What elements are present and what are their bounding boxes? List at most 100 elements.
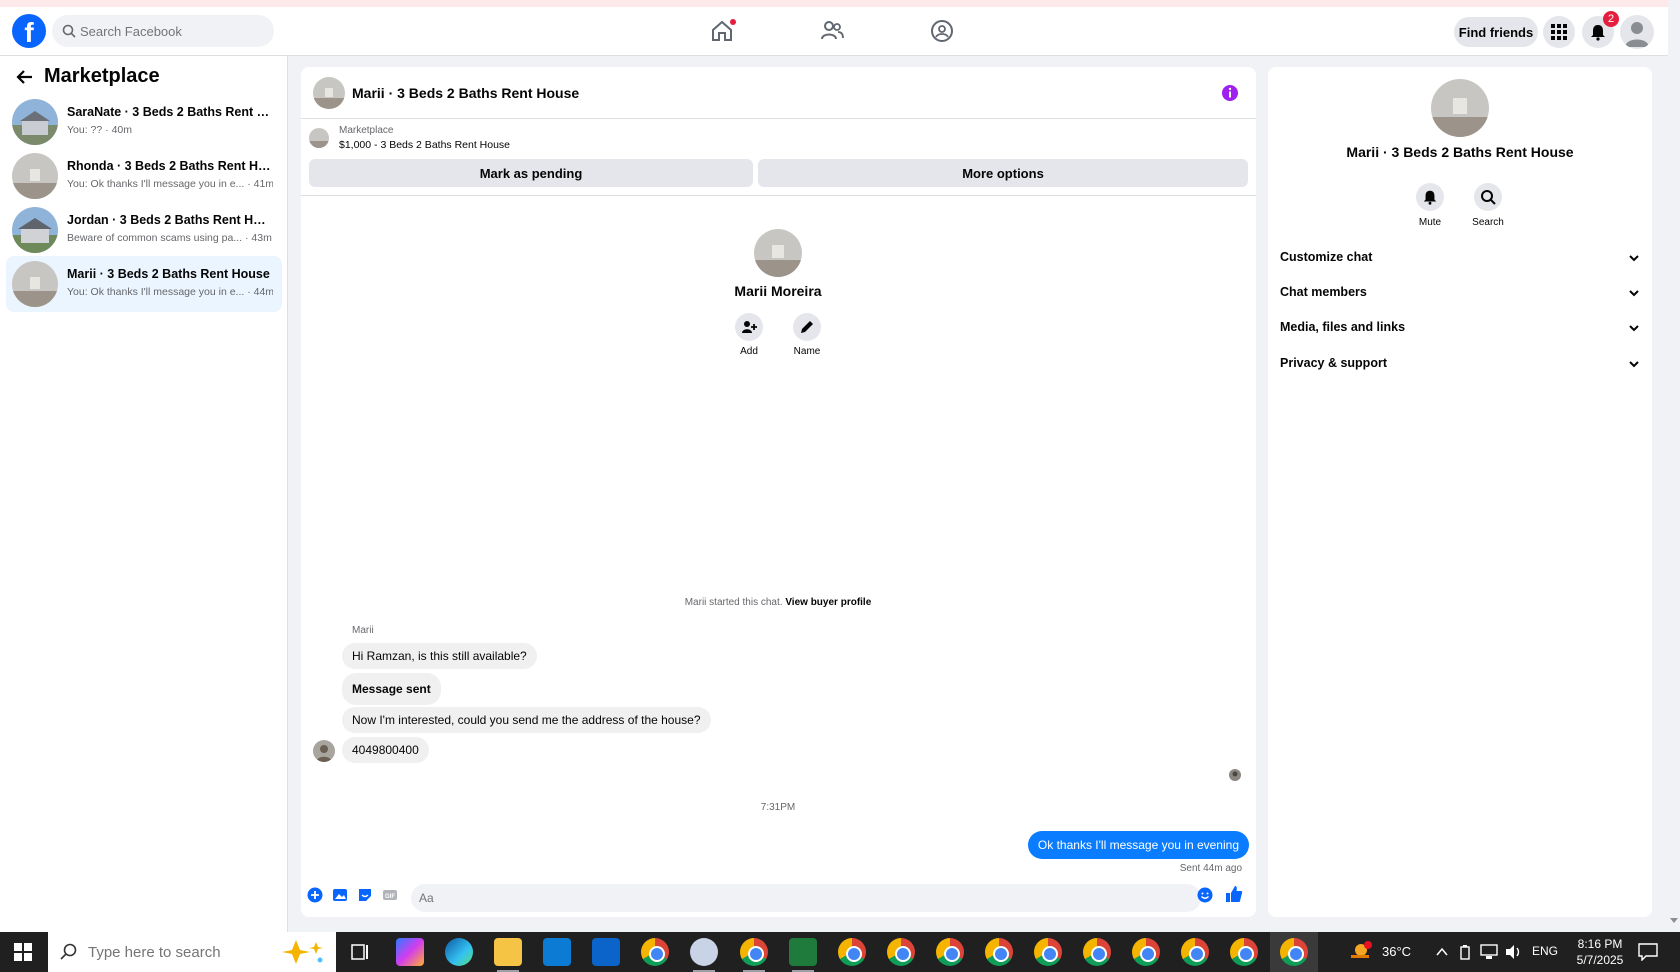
friends-icon[interactable] (819, 18, 845, 44)
battery-icon[interactable] (1458, 944, 1472, 960)
photo-icon[interactable] (332, 887, 348, 903)
menu-button[interactable] (1543, 16, 1575, 48)
conversation-item[interactable]: Jordan · 3 Beds 2 Baths Rent House Bewar… (6, 202, 282, 258)
chrome-window-icon[interactable] (985, 938, 1013, 966)
chrome-window-icon[interactable] (1034, 938, 1062, 966)
user-silhouette-icon (1625, 22, 1649, 47)
apps-grid-icon (1551, 24, 1567, 40)
store-app-icon[interactable] (543, 938, 571, 966)
volume-icon[interactable] (1505, 944, 1523, 960)
sticker-icon[interactable] (357, 887, 373, 903)
find-friends-button[interactable]: Find friends (1454, 17, 1538, 47)
conversation-item[interactable]: SaraNate · 3 Beds 2 Baths Rent House You… (6, 94, 282, 150)
chrome-window-icon[interactable] (1181, 938, 1209, 966)
sender-name: Marii (352, 625, 374, 636)
section-title: Privacy & support (1280, 356, 1387, 370)
back-arrow-icon[interactable] (16, 68, 34, 86)
chrome-active-window-icon[interactable] (1280, 938, 1308, 966)
add-button[interactable]: Add (724, 313, 774, 357)
incoming-message[interactable]: Now I'm interested, could you send me th… (342, 707, 711, 733)
conversation-name: SaraNate · 3 Beds 2 Baths Rent House (67, 105, 273, 119)
mute-button[interactable]: Mute (1402, 183, 1458, 228)
outgoing-message[interactable]: Ok thanks I'll message you in evening (1027, 831, 1249, 859)
outlook-app-icon[interactable] (592, 938, 620, 966)
chat-title[interactable]: Marii · 3 Beds 2 Baths Rent House (352, 85, 579, 101)
scroll-down-arrow-icon[interactable] (1670, 916, 1678, 924)
taskbar-search-box[interactable] (48, 932, 336, 972)
language-indicator[interactable]: ENG (1532, 944, 1558, 958)
gif-icon[interactable]: GIF (382, 887, 398, 903)
spreadsheet-app-icon[interactable] (789, 938, 817, 966)
info-icon[interactable] (1221, 84, 1239, 102)
task-view-icon[interactable] (350, 942, 370, 962)
chat-avatar[interactable] (313, 77, 345, 109)
buyer-avatar[interactable] (754, 229, 802, 277)
chrome-app-icon[interactable] (641, 938, 669, 966)
listing-description: $1,000 - 3 Beds 2 Baths Rent House (339, 139, 511, 151)
chat-members-section[interactable]: Chat members (1280, 278, 1640, 308)
taskbar-search-input[interactable] (88, 932, 288, 972)
thumbs-up-icon[interactable] (1225, 885, 1243, 903)
mute-label: Mute (1418, 217, 1442, 228)
section-title: Media, files and links (1280, 320, 1406, 334)
chrome-window-icon[interactable] (1132, 938, 1160, 966)
network-icon[interactable] (1480, 944, 1498, 960)
page-scrollbar[interactable] (1668, 56, 1680, 932)
groups-icon[interactable] (929, 18, 955, 44)
svg-text:GIF: GIF (385, 894, 395, 900)
temperature-text[interactable]: 36°C (1382, 944, 1411, 959)
incoming-message[interactable]: Message sent (342, 673, 441, 705)
plus-circle-icon[interactable] (307, 887, 323, 903)
message-input[interactable] (411, 884, 1201, 912)
search-input[interactable] (80, 15, 268, 47)
weather-icon[interactable] (1348, 941, 1372, 963)
add-label: Add (740, 346, 758, 357)
room-thumbnail (12, 261, 58, 307)
paint-app-icon[interactable] (690, 938, 718, 966)
copilot-app-icon[interactable] (396, 938, 424, 966)
chrome-profile-app-icon[interactable] (740, 938, 768, 966)
clock-date: 5/7/2025 (1576, 953, 1624, 967)
windows-start-icon[interactable] (14, 943, 32, 961)
facebook-logo[interactable]: f (12, 14, 46, 48)
chrome-window-icon[interactable] (838, 938, 866, 966)
marketplace-sidebar: Marketplace SaraNate · 3 Beds 2 Baths Re… (0, 56, 288, 932)
file-explorer-icon[interactable] (494, 938, 522, 966)
chrome-window-icon[interactable] (1230, 938, 1258, 966)
listing-thumbnail (309, 128, 329, 148)
media-files-links-section[interactable]: Media, files and links (1280, 313, 1640, 343)
system-clock[interactable]: 8:16 PM 5/7/2025 (1568, 936, 1632, 968)
pencil-icon (801, 321, 813, 333)
customize-chat-section[interactable]: Customize chat (1280, 243, 1640, 273)
incoming-message[interactable]: 4049800400 (342, 737, 429, 763)
more-options-button[interactable]: More options (758, 159, 1248, 187)
incoming-message[interactable]: Hi Ramzan, is this still available? (342, 643, 537, 669)
name-button[interactable]: Name (782, 313, 832, 357)
search-facebook-box[interactable] (52, 15, 274, 47)
chat-started-text: Marii started this chat. (684, 597, 783, 608)
edge-app-icon[interactable] (445, 938, 473, 966)
mark-as-pending-button[interactable]: Mark as pending (309, 159, 753, 187)
home-notification-dot (730, 19, 736, 25)
conversation-item[interactable]: Rhonda · 3 Beds 2 Baths Rent House You: … (6, 148, 282, 204)
account-avatar[interactable] (1620, 15, 1654, 49)
top-navigation-bar: f Find friends 2 (0, 0, 1668, 56)
chevron-up-icon[interactable] (1436, 947, 1448, 957)
sent-status: Sent 44m ago (1179, 863, 1242, 874)
chrome-window-icon[interactable] (1083, 938, 1111, 966)
chrome-window-icon[interactable] (887, 938, 915, 966)
chat-panel: Marii · 3 Beds 2 Baths Rent House Market… (301, 67, 1256, 917)
windows-taskbar: 36°C ENG 8:16 PM 5/7/2025 (0, 932, 1680, 972)
emoji-icon[interactable] (1197, 887, 1213, 903)
chat-details-avatar[interactable] (1431, 79, 1489, 137)
view-buyer-profile-link[interactable]: View buyer profile (785, 597, 871, 608)
notification-center-icon[interactable] (1638, 943, 1658, 961)
search-in-chat-button[interactable]: Search (1460, 183, 1516, 228)
conversation-item-active[interactable]: Marii · 3 Beds 2 Baths Rent House You: O… (6, 256, 282, 312)
sender-avatar[interactable] (313, 740, 335, 762)
buyer-name: Marii Moreira (734, 283, 822, 299)
conversation-preview: Beware of common scams using pa... · 43m (67, 232, 272, 244)
add-person-icon (742, 321, 757, 333)
chrome-window-icon[interactable] (936, 938, 964, 966)
privacy-support-section[interactable]: Privacy & support (1280, 349, 1640, 379)
